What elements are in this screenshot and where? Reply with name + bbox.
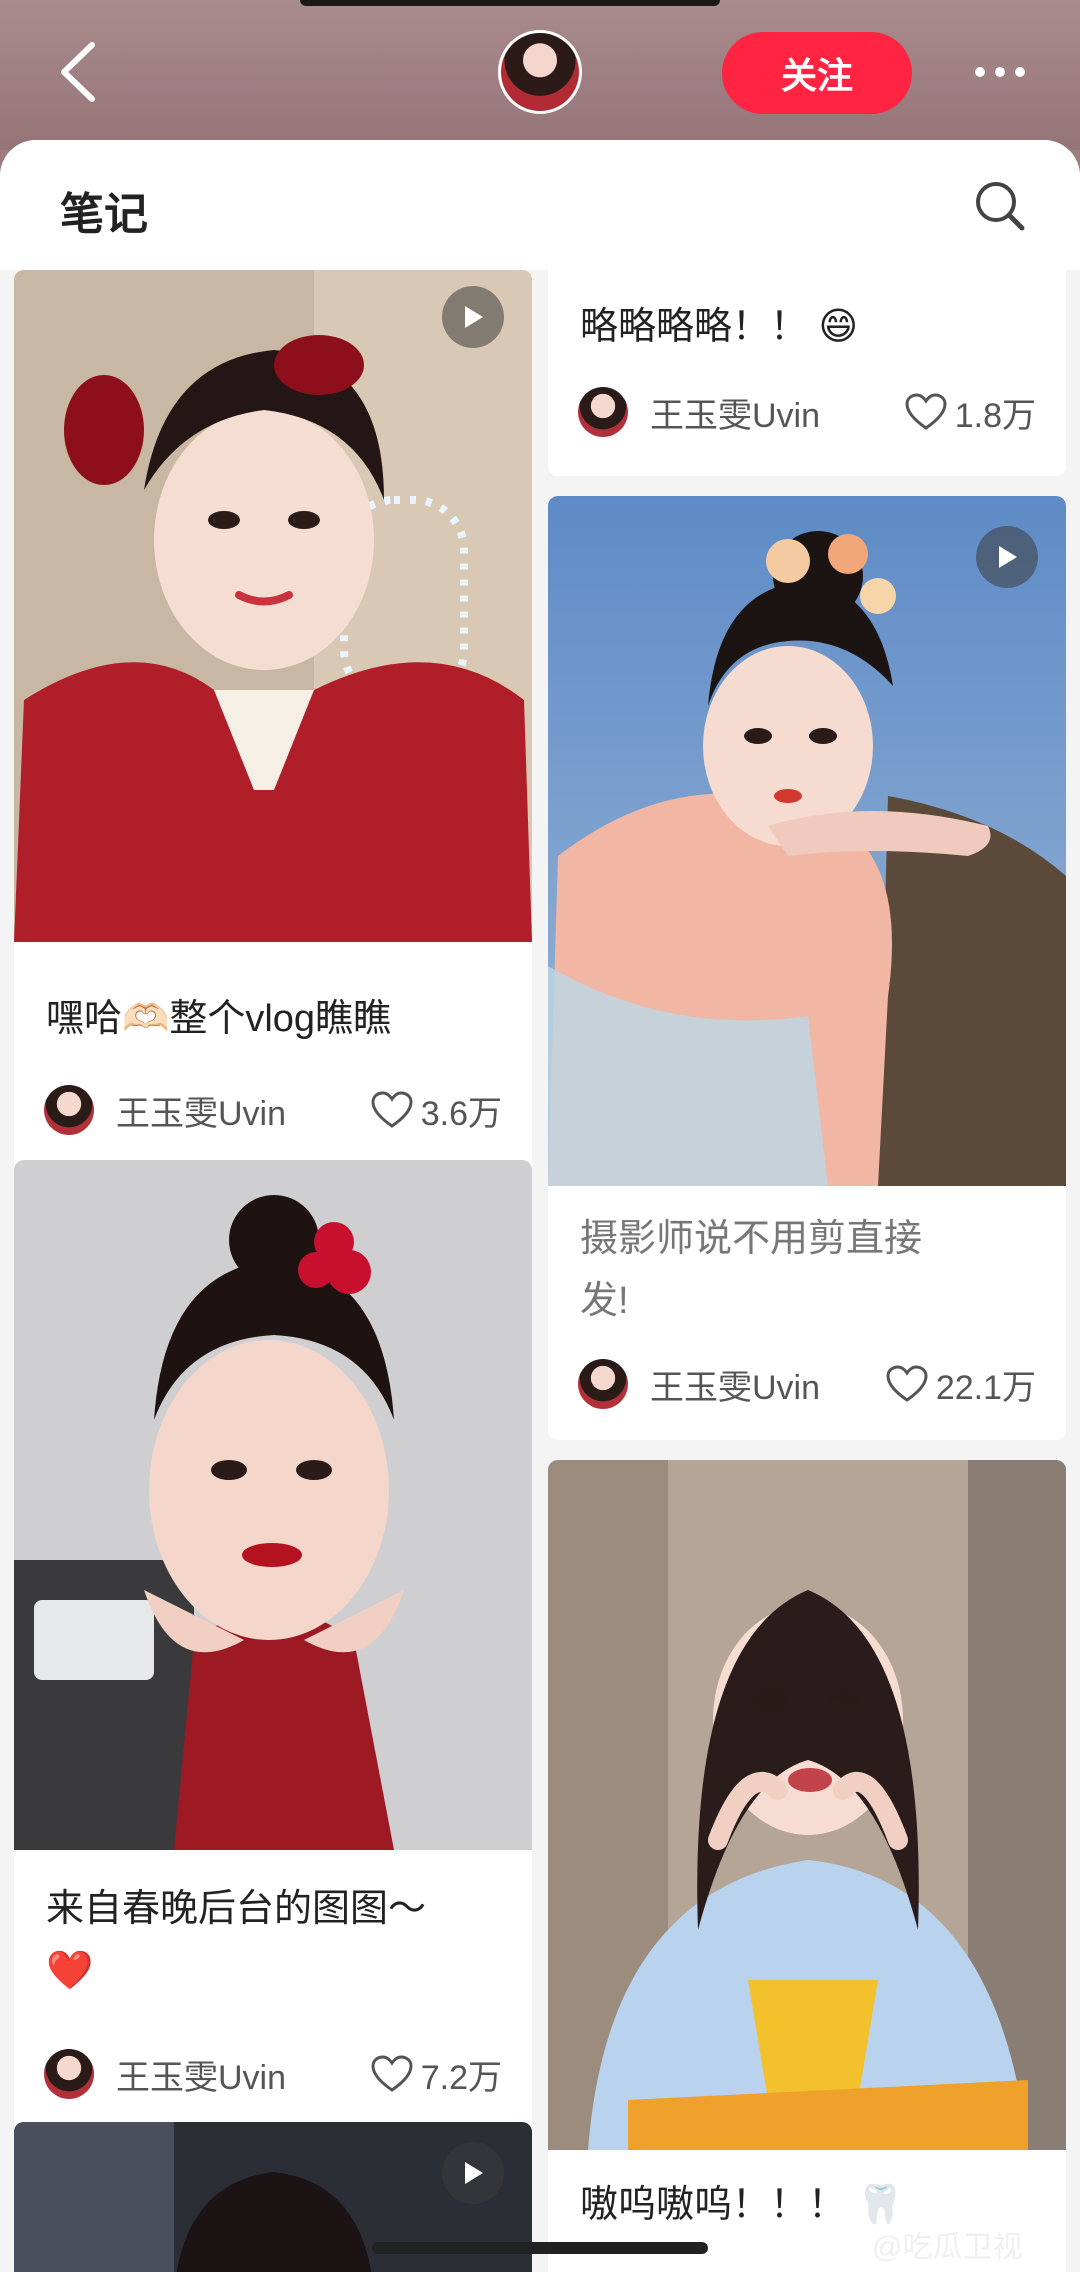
note-card[interactable]: 嗷呜嗷呜！！！ 🦷 <box>548 1460 1066 2272</box>
like-count[interactable]: 7.2万 <box>371 2050 502 2099</box>
back-arrow-icon <box>61 42 95 102</box>
back-button[interactable] <box>48 36 108 108</box>
note-cover-image[interactable] <box>548 496 1066 1186</box>
like-count-value: 3.6万 <box>420 1094 502 1133</box>
follow-button[interactable]: 关注 <box>722 32 912 114</box>
note-meta: 王玉雯Uvin 22.1万 <box>578 1356 1036 1412</box>
watermark: @吃瓜卫视 <box>872 2231 1023 2264</box>
note-title: 嘿哈🫶🏻整个vlog瞧瞧 <box>46 998 392 1040</box>
author-avatar[interactable] <box>578 1359 628 1409</box>
note-cover-image[interactable] <box>14 270 532 942</box>
search-icon[interactable] <box>970 176 1030 236</box>
more-options-icon[interactable] <box>960 50 1040 94</box>
author-name[interactable]: 王玉雯Uvin <box>650 1360 886 1409</box>
author-name[interactable]: 王玉雯Uvin <box>650 388 905 437</box>
author-avatar[interactable] <box>578 387 628 437</box>
note-cover-image[interactable] <box>14 1160 532 1850</box>
like-count-value: 7.2万 <box>420 2058 502 2097</box>
heart-icon <box>371 1091 413 1128</box>
note-title: 摄影师说不用剪直接 发! <box>580 1218 923 1322</box>
note-title: 来自春晚后台的图图～ ❤️ <box>46 1888 427 1992</box>
heart-icon <box>905 393 947 430</box>
like-count[interactable]: 22.1万 <box>886 1360 1036 1409</box>
note-card[interactable]: 略略略略！！ 😄 王玉雯Uvin 1.8万 <box>548 240 1066 476</box>
video-play-icon <box>976 526 1038 588</box>
note-card[interactable]: 来自春晚后台的图图～ ❤️ 王玉雯Uvin 7.2万 <box>14 1160 532 2244</box>
note-meta: 王玉雯Uvin 7.2万 <box>44 2046 502 2102</box>
profile-avatar[interactable] <box>498 30 582 114</box>
like-count-value: 1.8万 <box>954 396 1036 435</box>
like-count-value: 22.1万 <box>935 1368 1036 1407</box>
like-count[interactable]: 1.8万 <box>905 388 1036 437</box>
notes-header: 笔记 <box>0 140 1080 270</box>
video-play-icon <box>442 286 504 348</box>
author-avatar[interactable] <box>44 1085 94 1135</box>
author-name[interactable]: 王玉雯Uvin <box>116 1086 371 1135</box>
note-meta: 王玉雯Uvin 3.6万 <box>44 1082 502 1138</box>
author-name[interactable]: 王玉雯Uvin <box>116 2050 371 2099</box>
notes-sheet: 嘿哈🫶🏻整个vlog瞧瞧 王玉雯Uvin 3.6万 来自春晚后台的图图～ ❤️ … <box>0 140 1080 2272</box>
status-notch <box>300 0 720 6</box>
home-indicator[interactable] <box>372 2242 708 2254</box>
note-title: 略略略略！！ 😄 <box>580 306 859 348</box>
note-card[interactable]: 摄影师说不用剪直接 发! 王玉雯Uvin 22.1万 <box>548 496 1066 1440</box>
note-meta: 王玉雯Uvin 1.8万 <box>578 384 1036 440</box>
video-play-icon <box>442 2142 504 2204</box>
top-bar: 关注 <box>0 0 1080 150</box>
note-cover-image[interactable] <box>548 1460 1066 2150</box>
heart-icon <box>371 2055 413 2092</box>
heart-icon <box>886 1365 928 1402</box>
author-avatar[interactable] <box>44 2049 94 2099</box>
note-title: 嗷呜嗷呜！！！ 🦷 <box>580 2184 904 2226</box>
page-title: 笔记 <box>60 190 148 239</box>
like-count[interactable]: 3.6万 <box>371 1086 502 1135</box>
note-card[interactable]: 嘿哈🫶🏻整个vlog瞧瞧 王玉雯Uvin 3.6万 <box>14 270 532 1274</box>
